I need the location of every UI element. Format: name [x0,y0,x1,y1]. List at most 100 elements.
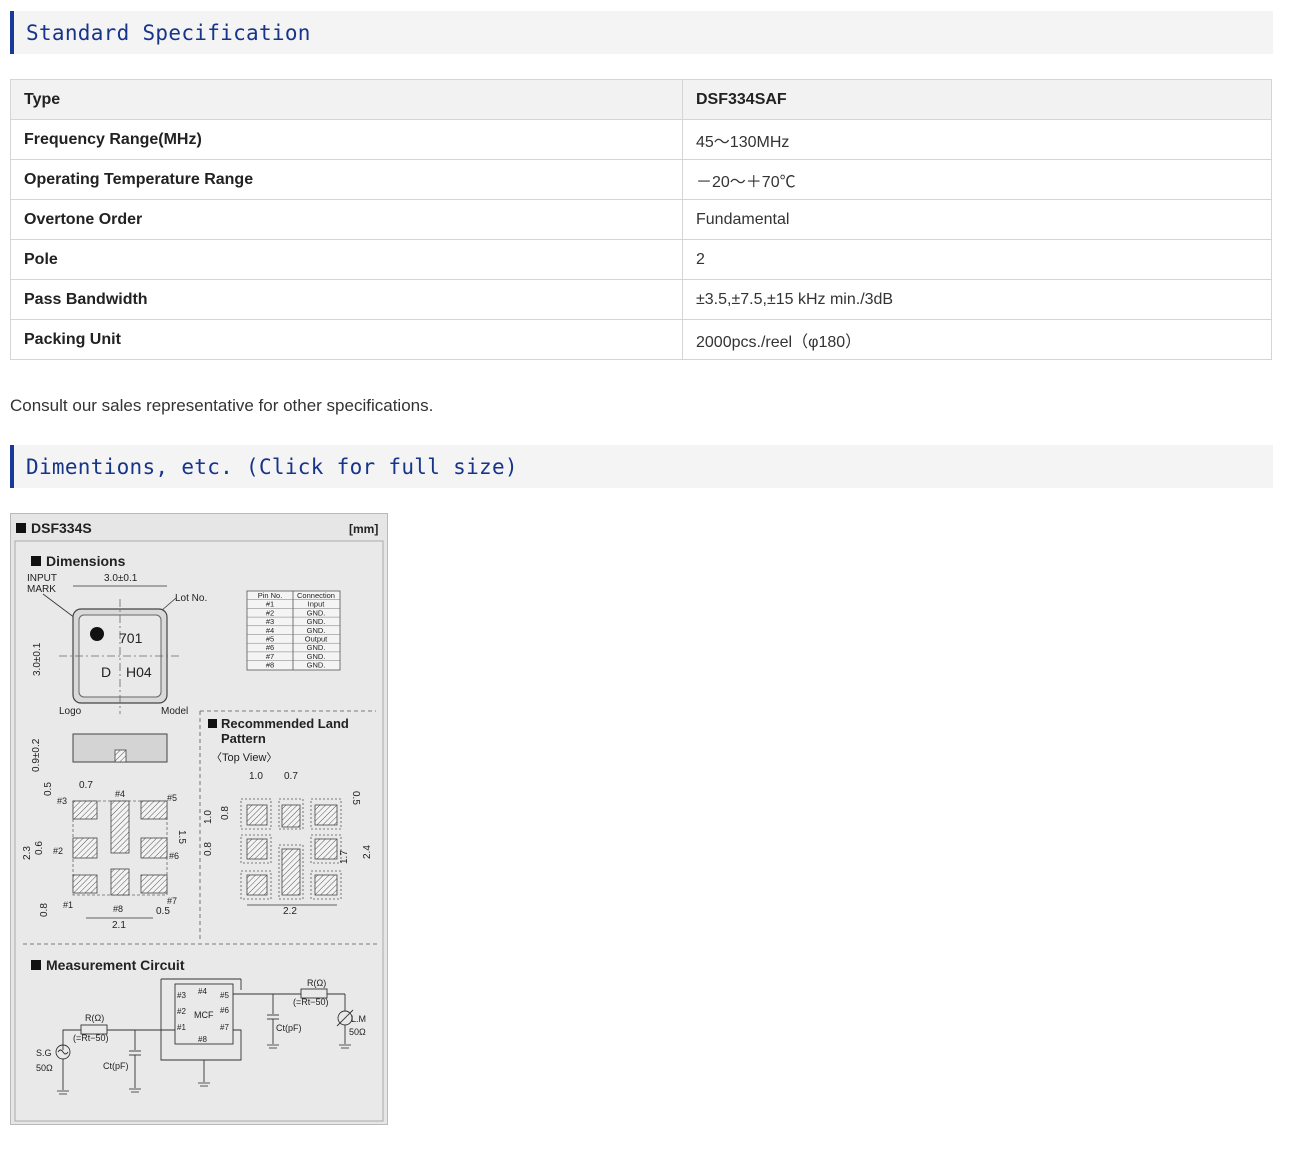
pin-table: Pin No. Connection #1 Input #2 GND. #3 GND. #4 GN… [246,590,341,671]
pin-number: #6 [266,643,274,652]
dimensions-heading: Dimensions [46,553,126,569]
pin-connection: GND. [307,617,326,626]
spec-label: Pass Bandwidth [10,279,683,320]
dim-label: 1.0 [203,810,214,824]
pin-label: #5 [167,793,177,803]
dimension-drawing-image[interactable]: DSF334S [mm] Dimensions INPUT MARK 3.0±0… [10,513,388,1125]
spec-value: ±3.5,±7.5,±15 kHz min./3dB [682,279,1272,320]
dim-label: 0.5 [350,791,361,805]
dim-label: 0.7 [284,771,298,782]
lot-code: 701 [119,630,143,646]
height-dimension: 3.0±0.1 [32,642,43,676]
level-meter-label: L.M [351,1014,366,1024]
capacitor-label: Ct(pF) [276,1023,302,1033]
resistor-label: R(Ω) [307,978,326,988]
pin-label: #7 [220,1023,229,1032]
lot-no-label: Lot No. [175,593,207,604]
dim-label: 1.7 [339,850,350,864]
spec-row: Pole 2 [10,239,1272,280]
pin-number: #5 [266,635,274,644]
dim-label: 2.3 [22,846,33,860]
input-mark-label: MARK [27,584,56,595]
resistor-eq: (=Rt−50) [293,997,329,1007]
spec-label: Packing Unit [10,319,683,360]
spec-label: Overtone Order [10,199,683,240]
bullet-square-icon [31,960,41,970]
spec-row: Packing Unit 2000pcs./reel（φ180） [10,319,1272,360]
bullet-square-icon [208,719,217,728]
dim-label: 0.6 [34,841,45,855]
spec-label: Pole [10,239,683,280]
capacitor-label: Ct(pF) [103,1061,129,1071]
dim-label: 0.5 [156,906,170,917]
pin-number: #1 [266,600,274,609]
pin-label: #4 [198,987,207,996]
top-view-label: 〈Top View〉 [211,751,277,764]
pin-label: #6 [220,1006,229,1015]
dim-label: 0.7 [79,780,93,791]
dim-label: 2.2 [283,906,297,917]
land-pattern [240,798,342,900]
dim-label: 0.8 [220,806,231,820]
dim-label: 0.8 [203,842,214,856]
pin-label: #5 [220,991,229,1000]
pin-table-header: Pin No. [258,591,283,600]
model-name: DSF334S [31,520,92,536]
bottom-view [72,800,168,896]
pin-label: #1 [63,900,73,910]
pin-table-header: Connection [297,591,335,600]
input-mark-dot [90,627,104,641]
spec-value: 2 [682,239,1272,280]
unit-label: [mm] [349,522,378,536]
dim-label: 1.0 [249,771,263,782]
pin-label: #6 [169,851,179,861]
signal-generator-label: S.G [36,1048,52,1058]
pin-label: #2 [177,1007,186,1016]
pin-number: #2 [266,608,274,617]
pin-label: #8 [113,904,123,914]
spec-row: Operating Temperature Range －20～＋70℃ [10,159,1272,200]
dimensions-heading: Dimentions, etc. (Click for full size) [10,445,1273,488]
spec-value: Fundamental [682,199,1272,240]
spec-row: Pass Bandwidth ±3.5,±7.5,±15 kHz min./3dB [10,279,1272,320]
pin-connection: GND. [307,608,326,617]
pin-connection: GND. [307,661,326,670]
pin-connection: GND. [307,652,326,661]
pin-connection: Input [308,600,326,609]
dim-label: 0.8 [39,903,50,917]
logo-label: Logo [59,706,82,717]
spec-table: Type DSF334SAF Frequency Range(MHz) 45～130M… [10,79,1272,360]
level-meter-ohm: 50Ω [349,1027,366,1037]
spec-value: 2000pcs./reel（φ180） [682,319,1272,360]
pin-label: #1 [177,1023,186,1032]
dim-label: 0.5 [43,782,54,796]
consult-note: Consult our sales representative for oth… [10,396,434,415]
mcf-label: MCF [194,1010,214,1020]
model-label: Model [161,706,188,717]
pin-label: #2 [53,846,63,856]
section-title: Dimentions, etc. (Click for full size) [26,455,518,479]
bullet-square-icon [31,556,41,566]
input-mark-label: INPUT [27,573,57,584]
section-title: Standard Specification [26,21,311,45]
dim-label: 2.4 [362,845,373,859]
standard-specification-heading: Standard Specification [10,11,1273,54]
pin-label: #3 [177,991,186,1000]
resistor-label: R(Ω) [85,1013,104,1023]
bullet-square-icon [16,523,26,533]
land-pattern-heading: Pattern [221,731,266,746]
pin-number: #3 [266,617,274,626]
dim-label: 2.1 [112,920,126,931]
pin-connection: GND. [307,643,326,652]
pin-number: #8 [266,661,274,670]
mark-model: H04 [126,664,152,680]
spec-value: DSF334SAF [682,79,1272,120]
spec-value: 45～130MHz [682,119,1272,160]
dimension-drawing: DSF334S [mm] Dimensions INPUT MARK 3.0±0… [12,515,386,1122]
resistor-eq: (=Rt−50) [73,1033,109,1043]
spec-label: Operating Temperature Range [10,159,683,200]
signal-generator-ohm: 50Ω [36,1063,53,1073]
measurement-circuit-heading: Measurement Circuit [46,957,185,973]
pin-number: #4 [266,626,274,635]
thickness-dimension: 0.9±0.2 [31,738,42,772]
